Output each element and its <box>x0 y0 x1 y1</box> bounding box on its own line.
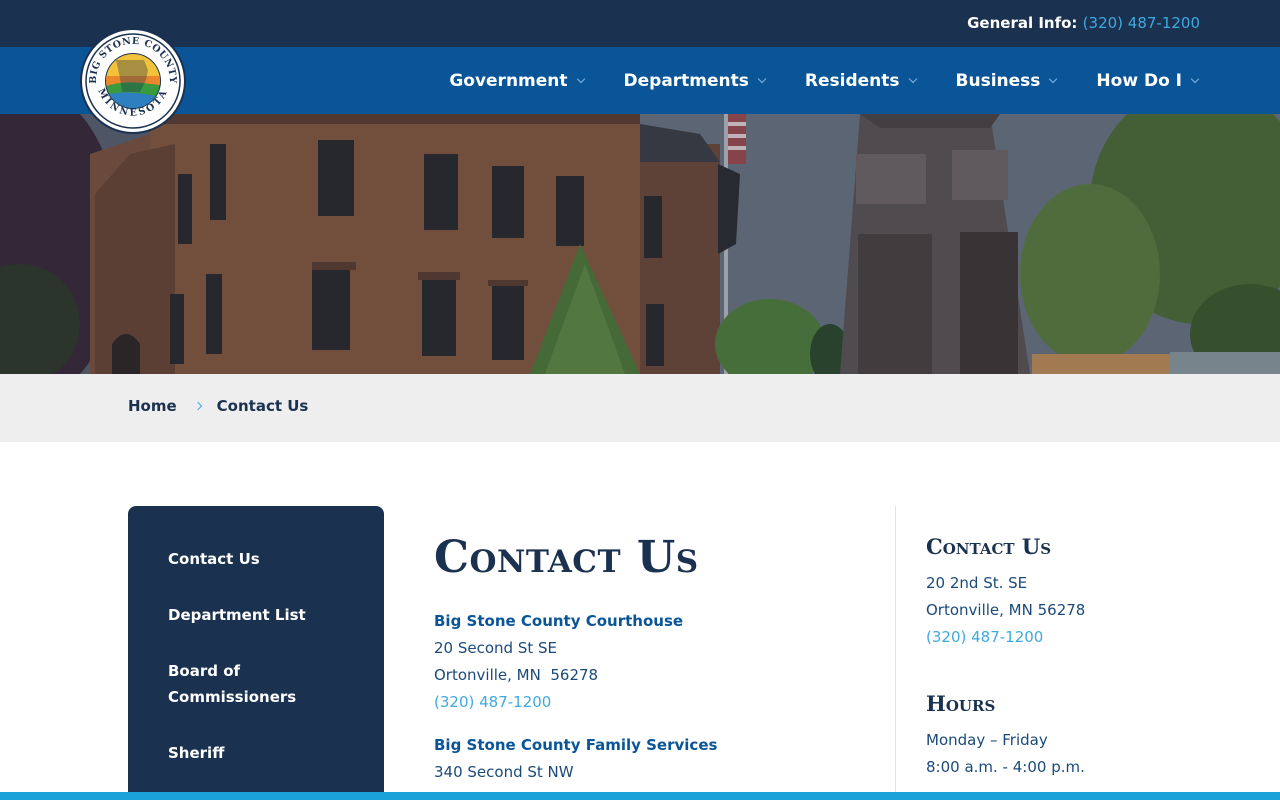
sidebar-item-contact-us[interactable]: Contact Us <box>168 546 344 572</box>
nav-item-residents[interactable]: Residents <box>804 70 917 91</box>
aside-hours-heading: Hours <box>926 691 996 716</box>
location-phone-link[interactable]: (320) 487-1200 <box>434 689 864 716</box>
sidebar-nav: Contact Us Department List Board of Comm… <box>128 506 384 800</box>
nav-item-departments[interactable]: Departments <box>623 70 767 91</box>
bottom-accent-stripe <box>0 792 1280 800</box>
location-address-line2: Ortonville, MN 56278 <box>434 666 599 684</box>
nav-label: Departments <box>623 70 749 91</box>
breadcrumb-bar: Home Contact Us <box>0 374 1280 442</box>
county-seal-graphic: BIG STONE COUNTY MINNESOTA <box>85 33 181 129</box>
aside-address-line1: 20 2nd St. SE <box>926 574 1028 592</box>
sidebar-item-sheriff[interactable]: Sheriff <box>168 740 344 766</box>
location-address-line1: 20 Second St SE <box>434 639 557 657</box>
chevron-down-icon <box>908 74 917 83</box>
aside-contact-info: 20 2nd St. SE Ortonville, MN 56278 (320)… <box>926 570 1186 651</box>
courthouse-photo <box>0 114 1280 374</box>
top-info-bar: General Info: (320) 487-1200 <box>0 0 1280 47</box>
location-family-services: Big Stone County Family Services 340 Sec… <box>434 732 864 786</box>
chevron-down-icon <box>1049 74 1058 83</box>
sidebar-item-department-list[interactable]: Department List <box>168 602 308 628</box>
breadcrumb: Home Contact Us <box>128 397 308 415</box>
sidebar-item-board-of-commissioners[interactable]: Board of Commissioners <box>168 658 308 710</box>
aside-hours-section: Hours Monday – Friday 8:00 a.m. - 4:00 p… <box>926 689 1186 781</box>
chevron-down-icon <box>576 74 585 83</box>
main-content: Contact Us Big Stone County Courthouse 2… <box>434 530 864 786</box>
nav-item-business[interactable]: Business <box>955 70 1058 91</box>
main-nav: Government Departments Residents Busines… <box>409 47 1200 114</box>
aside-contact-heading: Contact Us <box>926 534 1052 559</box>
chevron-down-icon <box>757 74 767 83</box>
column-divider <box>895 506 896 800</box>
nav-label: Government <box>449 70 568 91</box>
nav-label: Business <box>955 70 1041 91</box>
nav-label: Residents <box>804 70 900 91</box>
aside-phone-link[interactable]: (320) 487-1200 <box>926 624 1186 651</box>
aside-hours-time: 8:00 a.m. - 4:00 p.m. <box>926 758 1085 776</box>
location-name: Big Stone County Family Services <box>434 736 718 754</box>
location-address-line1: 340 Second St NW <box>434 763 574 781</box>
chevron-down-icon <box>1190 74 1200 83</box>
breadcrumb-current: Contact Us <box>216 397 309 415</box>
main-nav-bar: Government Departments Residents Busines… <box>0 47 1280 114</box>
nav-label: How Do I <box>1096 70 1182 91</box>
location-name: Big Stone County Courthouse <box>434 612 684 630</box>
general-info-label: General Info: <box>967 14 1078 32</box>
location-courthouse: Big Stone County Courthouse 20 Second St… <box>434 608 864 716</box>
aside-hours-days: Monday – Friday <box>926 731 1048 749</box>
nav-item-how-do-i[interactable]: How Do I <box>1096 70 1200 91</box>
page-title: Contact Us <box>434 532 699 583</box>
contact-aside: Contact Us 20 2nd St. SE Ortonville, MN … <box>926 532 1186 781</box>
chevron-right-icon <box>193 401 202 411</box>
breadcrumb-home-link[interactable]: Home <box>128 397 177 415</box>
nav-item-government[interactable]: Government <box>449 70 585 91</box>
aside-address-line2: Ortonville, MN 56278 <box>926 601 1086 619</box>
county-seal-logo[interactable]: BIG STONE COUNTY MINNESOTA <box>80 28 186 134</box>
aside-hours-info: Monday – Friday 8:00 a.m. - 4:00 p.m. <box>926 727 1186 781</box>
general-info: General Info: (320) 487-1200 <box>967 14 1200 32</box>
general-info-phone-link[interactable]: (320) 487-1200 <box>1083 14 1200 32</box>
hero-banner-image <box>0 114 1280 374</box>
